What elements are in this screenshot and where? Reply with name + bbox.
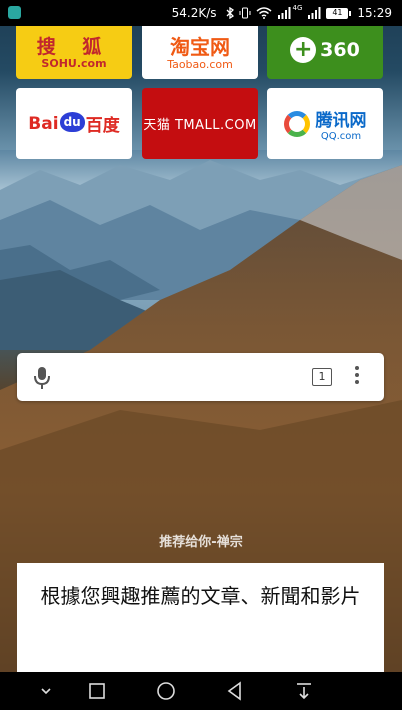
back-button-icon[interactable]: [224, 680, 246, 702]
taobao-label-en: Taobao.com: [167, 57, 233, 71]
vibrate-icon: [239, 7, 251, 19]
qq-ring-icon: [283, 110, 310, 137]
recents-button-icon[interactable]: [86, 680, 108, 702]
sohu-logo: 搜 狐 SOHU.com: [37, 32, 112, 70]
taobao-logo: 淘宝网 Taobao.com: [167, 31, 233, 71]
speed-dial-tmall[interactable]: 天猫 TMALL.COM: [142, 88, 258, 159]
network-speed: 54.2K/s: [171, 6, 217, 20]
clock: 15:29: [357, 6, 392, 20]
cellular-signal-icon: [277, 7, 291, 19]
signal-type-label: 4G: [292, 4, 303, 12]
tmall-logo: 天猫 TMALL.COM: [143, 118, 257, 133]
bluetooth-icon: [226, 7, 234, 19]
notification-pull-down-icon[interactable]: [293, 680, 315, 702]
app-notification-icon: [8, 6, 21, 19]
home-button-icon[interactable]: [155, 680, 177, 702]
recommendation-card[interactable]: 根據您興趣推薦的文章、新聞和影片: [17, 563, 384, 672]
browser-home-screen: 54.2K/s 4G 41 15:29 搜 狐 SOHU.com 淘宝网 Tao…: [0, 0, 402, 710]
360-label: 360: [320, 38, 360, 61]
status-bar: 54.2K/s 4G 41 15:29: [0, 0, 402, 26]
speed-dial-qq[interactable]: 腾讯网 QQ.com: [267, 88, 383, 159]
taobao-label-cn: 淘宝网: [170, 34, 230, 59]
qq-label-cn: 腾讯网: [315, 110, 367, 131]
tab-switcher-button[interactable]: 1: [312, 368, 332, 386]
qq-logo: 腾讯网 QQ.com: [283, 106, 367, 142]
baidu-logo: Bai du 百度: [28, 111, 120, 136]
chevron-down-icon[interactable]: [35, 680, 57, 702]
speed-dial-baidu[interactable]: Bai du 百度: [16, 88, 132, 159]
360-logo: + 360: [290, 36, 360, 63]
plus-icon: +: [290, 36, 317, 63]
baidu-paw-icon: du: [59, 111, 85, 132]
sohu-label-cn: 搜 狐: [36, 35, 112, 58]
sohu-label-en: SOHU.com: [41, 56, 107, 70]
cellular-signal-icon-2: [307, 7, 321, 19]
navigation-bar: [0, 672, 402, 710]
baidu-label-cn: 百度: [85, 116, 120, 136]
baidu-label-bai: Bai: [28, 113, 59, 134]
qq-label-en: QQ.com: [320, 130, 362, 142]
overflow-menu-icon[interactable]: [353, 366, 361, 388]
recommendation-card-text: 根據您興趣推薦的文章、新聞和影片: [40, 584, 361, 608]
wifi-icon: [256, 7, 272, 19]
battery-icon: 41: [326, 7, 352, 19]
search-bar[interactable]: 1: [17, 353, 384, 401]
microphone-icon[interactable]: [32, 365, 52, 391]
recommendation-label: 推荐给你-禅宗: [159, 535, 243, 550]
